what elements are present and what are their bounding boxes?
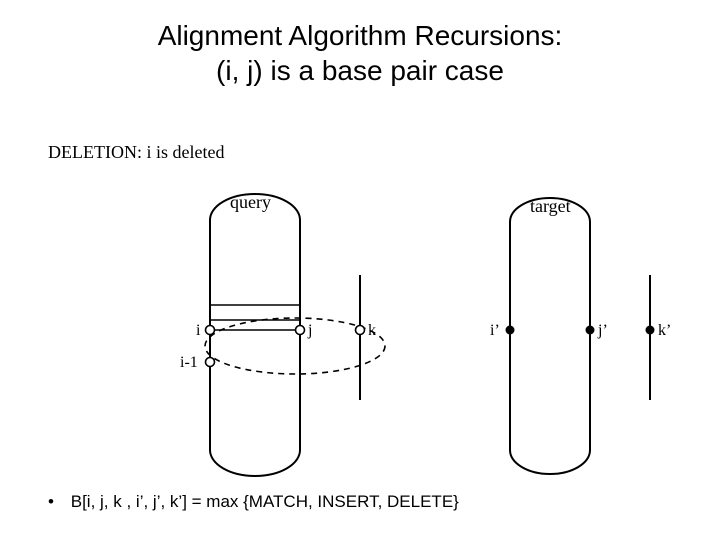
point-i-minus-1 (206, 358, 215, 367)
target-top-arc (510, 198, 590, 222)
diagram-svg (0, 0, 720, 540)
label-j-prime: j’ (598, 322, 608, 340)
point-j-prime (586, 326, 595, 335)
label-i-prime: i’ (490, 322, 500, 340)
label-j: j (308, 322, 312, 340)
footer-text: B[i, j, k , i’, j’, k’] = max {MATCH, IN… (71, 492, 459, 511)
point-k-prime (646, 326, 655, 335)
label-i-minus1: i-1 (180, 354, 198, 372)
target-bottom-arc (510, 450, 590, 474)
footer-recursion: • B[i, j, k , i’, j’, k’] = max {MATCH, … (48, 492, 459, 512)
label-i: i (196, 322, 200, 340)
bullet-icon: • (48, 492, 66, 512)
point-i (206, 326, 215, 335)
point-i-prime (506, 326, 515, 335)
point-k (356, 326, 365, 335)
query-bottom-arc (210, 450, 300, 476)
query-top-arc (210, 194, 300, 220)
point-j (296, 326, 305, 335)
label-k-prime: k’ (658, 322, 671, 340)
label-k: k (368, 322, 376, 340)
